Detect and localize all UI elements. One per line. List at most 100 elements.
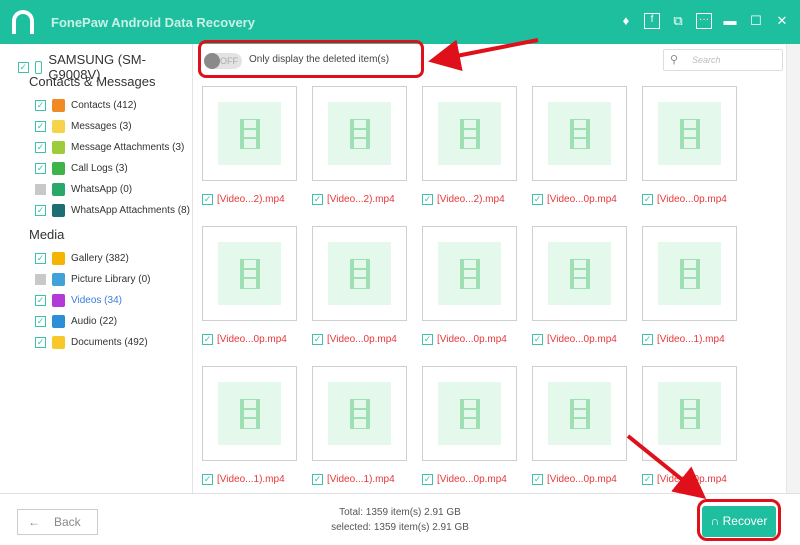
section-title: Contacts & Messages [29, 74, 156, 89]
file-name: [Video...0p.mp4 [327, 334, 397, 345]
checkbox[interactable]: ✓ [35, 141, 46, 153]
sidebar-item[interactable]: ✓ Audio (22) [35, 313, 117, 329]
close-icon[interactable]: ✕ [774, 13, 790, 29]
checkbox[interactable]: ✓ [312, 334, 323, 345]
sidebar-item[interactable]: ✓ WhatsApp Attachments (8) [35, 202, 190, 218]
video-file-icon [460, 119, 480, 149]
checkbox[interactable]: ✓ [35, 204, 46, 216]
file-item[interactable]: ✓ [Video...0p.mp4 [532, 194, 617, 205]
sidebar: ✓ SAMSUNG (SM-G9008V) Contacts & Message… [0, 44, 193, 493]
sidebar-item[interactable]: ✓ WhatsApp (0) [35, 181, 132, 197]
file-thumbnail[interactable] [422, 366, 517, 461]
checkbox[interactable]: ✓ [202, 334, 213, 345]
checkbox[interactable]: ✓ [532, 194, 543, 205]
checkbox[interactable]: ✓ [18, 61, 29, 73]
sidebar-item-label: Picture Library (0) [71, 273, 151, 285]
search-input[interactable]: ⚲ Search [663, 49, 783, 71]
file-thumbnail[interactable] [532, 366, 627, 461]
file-item[interactable]: ✓ [Video...2).mp4 [202, 194, 285, 205]
folder-icon [52, 335, 65, 349]
back-button[interactable]: ← Back [17, 509, 98, 535]
file-thumbnail[interactable] [202, 86, 297, 181]
sidebar-item[interactable]: ✓ Contacts (412) [35, 97, 137, 113]
sidebar-item-label: Call Logs (3) [71, 162, 128, 174]
checkbox[interactable]: ✓ [202, 194, 213, 205]
menu-icon[interactable]: ··· [696, 13, 712, 29]
checkbox[interactable]: ✓ [35, 183, 46, 195]
file-thumbnail[interactable] [202, 366, 297, 461]
file-thumbnail[interactable] [532, 226, 627, 321]
checkbox[interactable]: ✓ [35, 273, 46, 285]
checkbox[interactable]: ✓ [532, 334, 543, 345]
file-thumbnail[interactable] [532, 86, 627, 181]
sidebar-item[interactable]: ✓ Message Attachments (3) [35, 139, 184, 155]
file-item[interactable]: ✓ [Video...0p.mp4 [642, 194, 727, 205]
video-file-icon [240, 399, 260, 429]
checkbox[interactable]: ✓ [422, 334, 433, 345]
sidebar-item[interactable]: ✓ Documents (492) [35, 334, 148, 350]
file-thumbnail[interactable] [202, 226, 297, 321]
checkbox[interactable]: ✓ [35, 120, 46, 132]
sidebar-item[interactable]: ✓ Call Logs (3) [35, 160, 128, 176]
checkbox[interactable]: ✓ [532, 474, 543, 485]
file-item[interactable]: ✓ [Video...2).mp4 [312, 194, 395, 205]
checkbox[interactable]: ✓ [642, 334, 653, 345]
sidebar-item[interactable]: ✓ Videos (34) [35, 292, 122, 308]
checkbox[interactable]: ✓ [35, 336, 46, 348]
facebook-icon[interactable]: f [644, 13, 660, 29]
file-thumbnail[interactable] [642, 86, 737, 181]
checkbox[interactable]: ✓ [422, 474, 433, 485]
file-item[interactable]: ✓ [Video...1).mp4 [202, 474, 285, 485]
sidebar-item[interactable]: ✓ Messages (3) [35, 118, 132, 134]
checkbox[interactable]: ✓ [35, 162, 46, 174]
minimize-icon[interactable]: ▬ [722, 13, 738, 29]
checkbox[interactable]: ✓ [35, 99, 46, 111]
file-item[interactable]: ✓ [Video...1).mp4 [642, 334, 725, 345]
picture-library-icon [52, 272, 65, 286]
maximize-icon[interactable]: ☐ [748, 13, 764, 29]
video-file-icon [570, 399, 590, 429]
feedback-icon[interactable]: ⧉ [670, 13, 686, 29]
file-item[interactable]: ✓ [Video...0p.mp4 [642, 474, 727, 485]
checkbox[interactable]: ✓ [642, 194, 653, 205]
diamond-icon[interactable]: ♦ [618, 13, 634, 29]
file-item[interactable]: ✓ [Video...0p.mp4 [422, 474, 507, 485]
checkbox[interactable]: ✓ [35, 252, 46, 264]
sidebar-item[interactable]: ✓ Picture Library (0) [35, 271, 150, 287]
whatsapp-icon [52, 182, 65, 196]
selected-stats: selected: 1359 item(s) 2.91 GB [331, 522, 469, 533]
file-thumbnail[interactable] [422, 226, 517, 321]
checkbox[interactable]: ✓ [312, 194, 323, 205]
video-file-icon [680, 119, 700, 149]
arrow-left-icon: ← [28, 515, 40, 529]
video-file-icon [570, 119, 590, 149]
scrollbar[interactable] [786, 44, 800, 493]
checkbox[interactable]: ✓ [35, 315, 46, 327]
file-thumbnail[interactable] [312, 86, 407, 181]
file-thumbnail[interactable] [642, 226, 737, 321]
sidebar-item-label: Message Attachments (3) [71, 141, 185, 153]
search-icon: ⚲ [670, 54, 679, 66]
file-thumbnail[interactable] [312, 226, 407, 321]
file-name: [Video...1).mp4 [217, 474, 285, 485]
file-item[interactable]: ✓ [Video...0p.mp4 [532, 334, 617, 345]
file-thumbnail[interactable] [312, 366, 407, 461]
file-thumbnail[interactable] [422, 86, 517, 181]
checkbox[interactable]: ✓ [312, 474, 323, 485]
sidebar-item[interactable]: ✓ Gallery (382) [35, 250, 129, 266]
sidebar-item-label: WhatsApp (0) [71, 183, 133, 195]
file-name: [Video...0p.mp4 [547, 474, 617, 485]
file-item[interactable]: ✓ [Video...2).mp4 [422, 194, 505, 205]
file-item[interactable]: ✓ [Video...1).mp4 [312, 474, 395, 485]
checkbox[interactable]: ✓ [35, 294, 46, 306]
file-item[interactable]: ✓ [Video...0p.mp4 [202, 334, 287, 345]
file-item[interactable]: ✓ [Video...0p.mp4 [532, 474, 617, 485]
sidebar-item-label: Contacts (412) [71, 99, 137, 111]
file-item[interactable]: ✓ [Video...0p.mp4 [422, 334, 507, 345]
file-item[interactable]: ✓ [Video...0p.mp4 [312, 334, 397, 345]
checkbox[interactable]: ✓ [642, 474, 653, 485]
checkbox[interactable]: ✓ [422, 194, 433, 205]
checkbox[interactable]: ✓ [202, 474, 213, 485]
sidebar-item-label: Audio (22) [71, 315, 118, 327]
file-thumbnail[interactable] [642, 366, 737, 461]
